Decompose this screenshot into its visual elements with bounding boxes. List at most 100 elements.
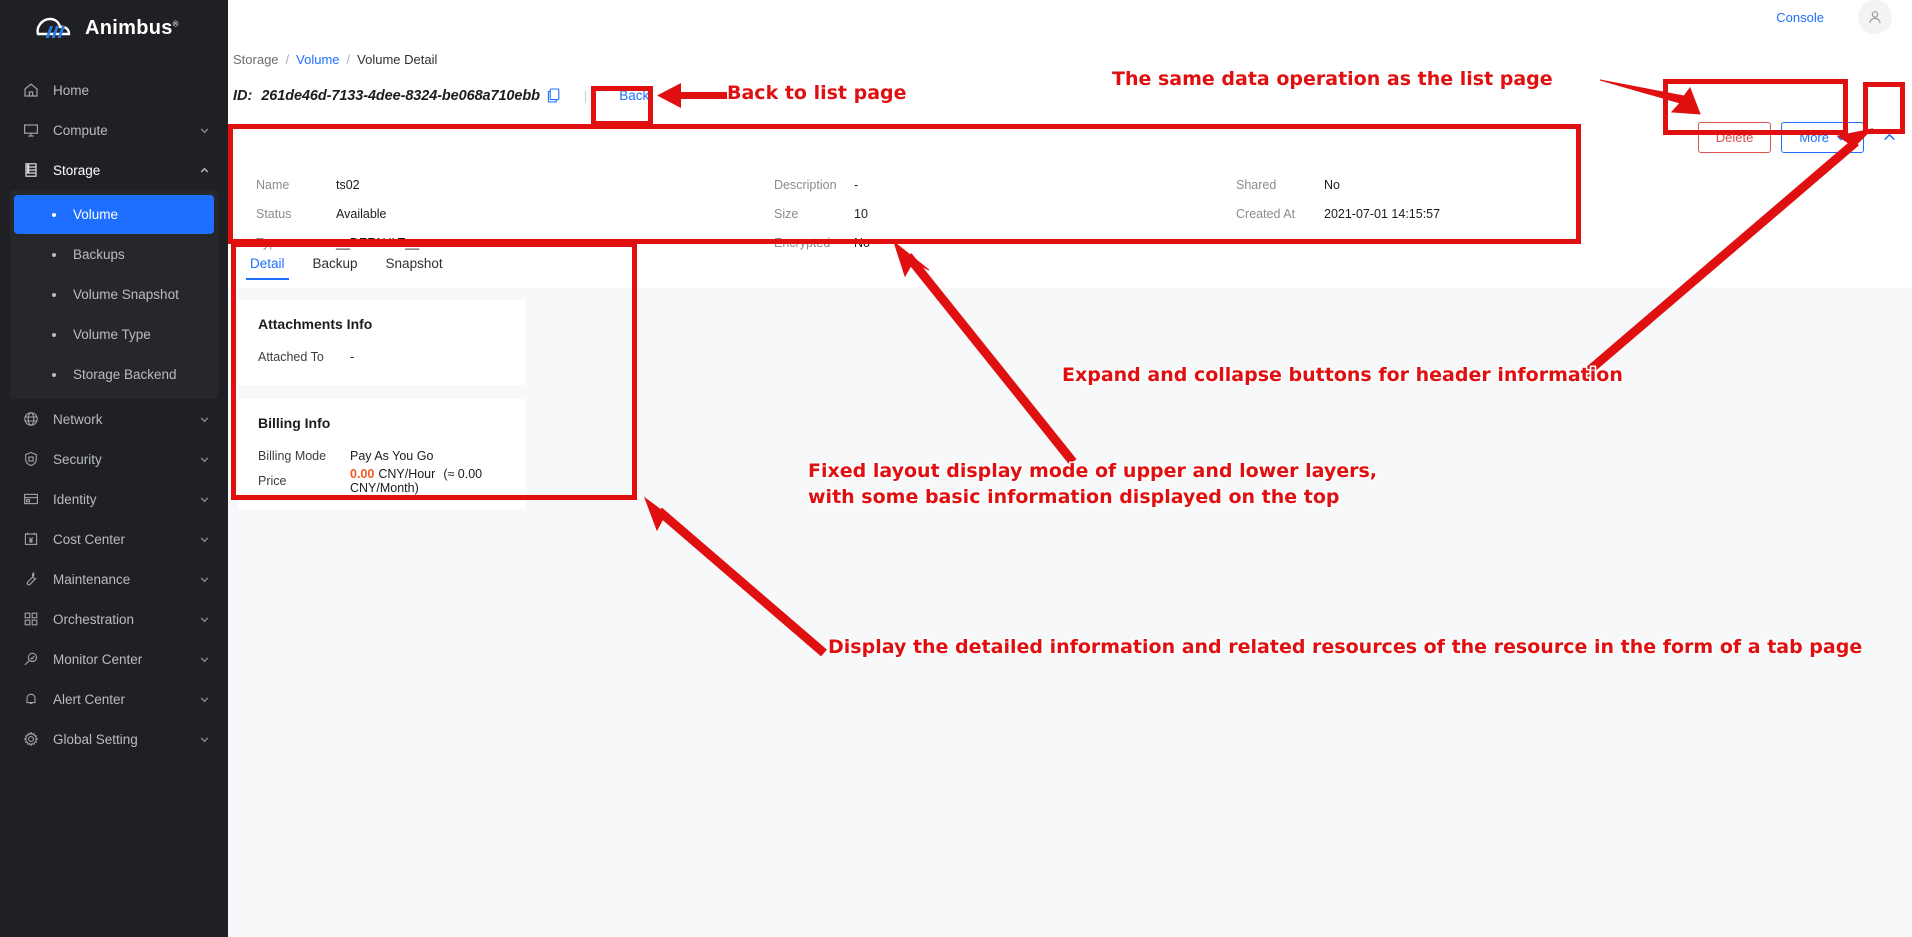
info-value: 2021-07-01 14:15:57 [1324,206,1441,221]
breadcrumb: Storage / Volume / Volume Detail [228,34,1912,67]
sidebar-subitem-label: Backups [73,247,125,262]
header-collapse-button[interactable] [1874,122,1904,153]
info-value: ts02 [336,177,360,192]
info-value: __DEFAULT__ [336,235,420,250]
brand-trademark: ® [172,18,179,28]
chevron-down-icon [199,454,210,465]
more-button[interactable]: More [1781,122,1864,153]
back-button[interactable]: Back [611,85,657,106]
chevron-down-icon [1837,135,1845,141]
sidebar-item-label: Maintenance [53,571,131,587]
sidebar-item-label: Alert Center [53,691,126,707]
sidebar-item-compute[interactable]: Compute [0,110,228,150]
field-value: - [350,349,355,364]
attached-to-row: Attached To - [258,344,508,369]
gear-icon [22,731,39,748]
info-value: No [854,235,870,250]
sidebar-item-label: Monitor Center [53,651,143,667]
tab-label: Backup [312,256,358,271]
console-link[interactable]: Console [1776,10,1824,25]
tab-snapshot[interactable]: Snapshot [372,256,457,280]
info-key: Description [774,177,837,192]
sidebar-item-volume-type[interactable]: Volume Type [14,315,214,354]
sidebar-item-network[interactable]: Network [0,399,228,439]
bell-icon [22,691,39,708]
info-row-status: Status Available [256,199,774,228]
sidebar-nav: Home Compute Storage Volume Backups Volu… [0,70,228,759]
sidebar-item-storage-backend[interactable]: Storage Backend [14,355,214,394]
tab-bar: Detail Backup Snapshot [228,256,1912,288]
sidebar-subitem-label: Volume Snapshot [73,287,179,302]
sidebar-item-volume[interactable]: Volume [14,195,214,234]
bullet-icon [52,292,56,297]
breadcrumb-separator: / [285,52,290,67]
sidebar-item-alert-center[interactable]: Alert Center [0,679,228,719]
info-key: Shared [1236,177,1277,192]
header-info-card: Name ts02 Status Available Type __DEFAUL… [231,164,1557,256]
resource-id-row: ID: 261de46d-7133-4dee-8324-be068a710ebb… [228,67,1912,106]
info-key: Created At [1236,206,1296,221]
delete-button[interactable]: Delete [1697,122,1772,153]
chevron-up-icon [1883,133,1895,141]
bullet-icon [52,212,56,217]
price-row: Price 0.00 CNY/Hour (≈ 0.00 CNY/Month) [258,466,508,495]
sidebar-subitem-label: Volume [73,207,119,222]
info-row-encrypted: Encrypted No [774,228,1236,257]
tab-area: Detail Backup Snapshot Attachments Info … [228,256,1912,937]
tab-detail[interactable]: Detail [236,256,299,280]
sidebar-item-label: Identity [53,491,97,507]
info-row-shared: Shared No [1236,170,1556,199]
id-card-icon [22,491,39,508]
info-row-created-at: Created At 2021-07-01 14:15:57 [1236,199,1556,228]
info-key: Type [256,235,284,250]
sidebar-item-global-setting[interactable]: Global Setting [0,719,228,759]
sidebar-item-identity[interactable]: Identity [0,479,228,519]
info-value: - [854,177,859,192]
bullet-icon [52,252,56,257]
magnifier-icon [22,651,39,668]
breadcrumb-link-volume[interactable]: Volume [296,52,339,67]
sidebar-item-maintenance[interactable]: Maintenance [0,559,228,599]
tab-label: Snapshot [385,256,443,271]
brand-logo: Animbus® [0,0,228,56]
breadcrumb-root: Storage [233,52,279,67]
sidebar-item-label: Security [53,451,102,467]
sidebar-item-monitor-center[interactable]: Monitor Center [0,639,228,679]
price-amount: 0.00 [350,466,375,481]
field-key: Billing Mode [258,448,327,463]
sidebar-item-home[interactable]: Home [0,70,228,110]
storage-icon [22,162,39,179]
sidebar-item-orchestration[interactable]: Orchestration [0,599,228,639]
sidebar-item-security[interactable]: Security [0,439,228,479]
avatar[interactable] [1858,0,1892,34]
grid-blocks-icon [22,611,39,628]
copy-icon[interactable] [547,88,560,103]
cost-calendar-icon [22,531,39,548]
globe-icon [22,411,39,428]
sidebar-item-volume-snapshot[interactable]: Volume Snapshot [14,275,214,314]
sidebar: Animbus® Home Compute Storage Volume Bac… [0,0,228,937]
price-unit: CNY/Hour [378,466,436,481]
info-row-description: Description - [774,170,1236,199]
top-bar: Console [228,0,1912,34]
panel-title: Billing Info [258,415,331,431]
info-column-1: Name ts02 Status Available Type __DEFAUL… [231,170,774,257]
chevron-down-icon [199,654,210,665]
sidebar-item-cost-center[interactable]: Cost Center [0,519,228,559]
billing-mode-row: Billing Mode Pay As You Go [258,443,508,468]
tab-backup[interactable]: Backup [299,256,372,280]
home-icon [22,82,39,99]
shield-icon [22,451,39,468]
sidebar-submenu-storage: Volume Backups Volume Snapshot Volume Ty… [10,190,218,399]
sidebar-item-backups[interactable]: Backups [14,235,214,274]
sidebar-subitem-label: Storage Backend [73,367,177,382]
sidebar-item-storage[interactable]: Storage [0,150,228,190]
chevron-down-icon [199,734,210,745]
sidebar-item-label: Storage [53,162,101,178]
chevron-up-icon [199,165,210,176]
resource-id-value: 261de46d-7133-4dee-8324-be068a710ebb [261,87,540,104]
info-key: Size [774,206,799,221]
page-content: Storage / Volume / Volume Detail ID: 261… [228,34,1912,937]
info-value: Available [336,206,387,221]
breadcrumb-current: Volume Detail [357,52,438,67]
